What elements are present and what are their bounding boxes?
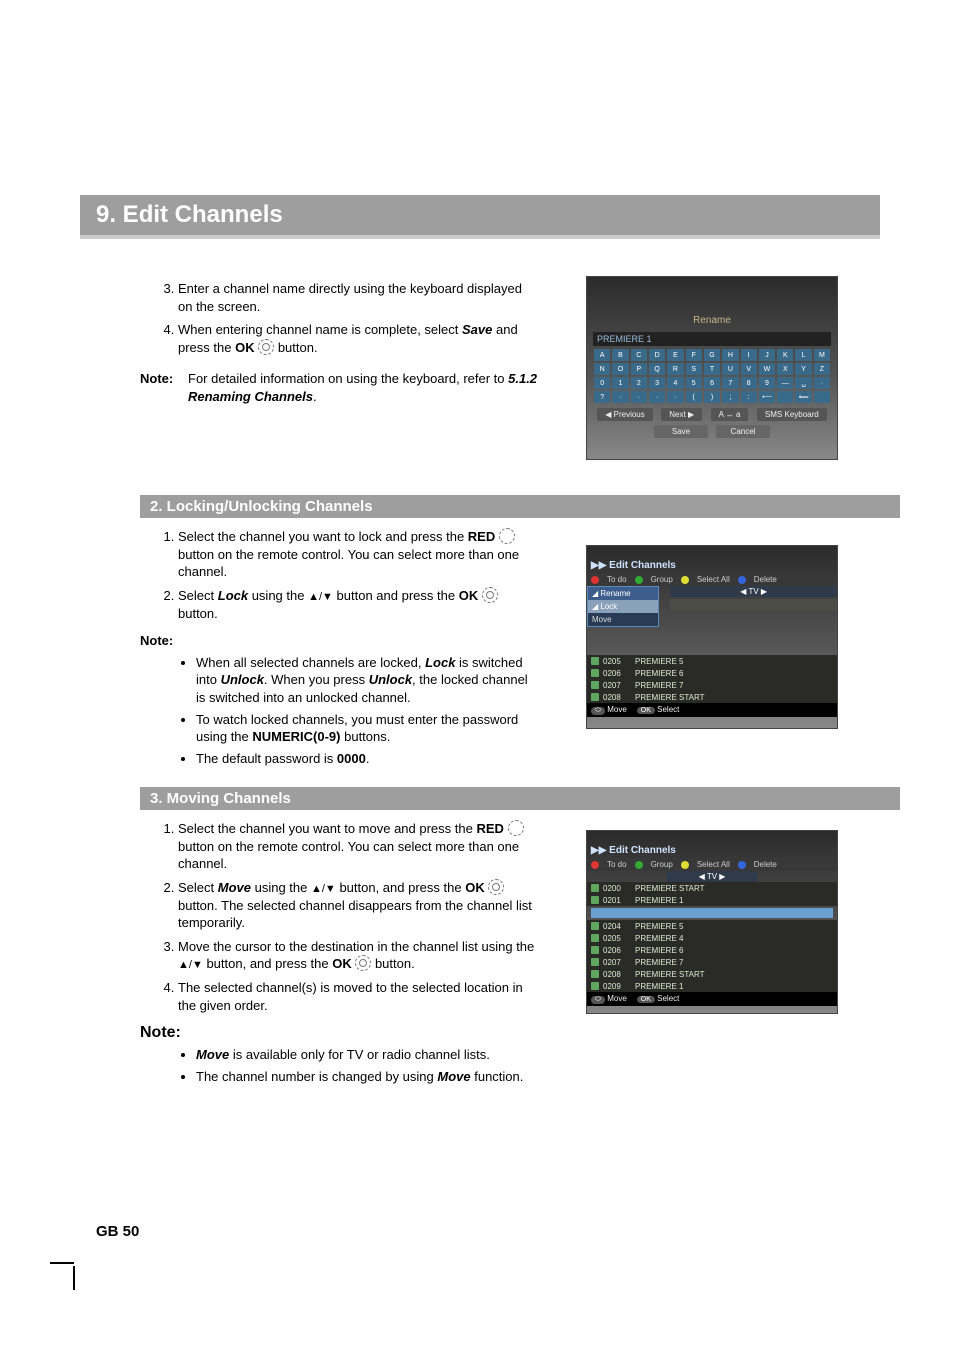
up-down-arrows-icon: ▲/▼: [311, 882, 336, 897]
note-text: For detailed information on using the ke…: [188, 370, 540, 405]
section-2-body: Select the channel you want to lock and …: [140, 528, 540, 767]
section-3-title: 3. Moving Channels: [140, 787, 900, 810]
content: Enter a channel name directly using the …: [140, 270, 880, 1089]
chapter-title-bar: 9. Edit Channels: [80, 195, 880, 239]
s2-bullet-2: To watch locked channels, you must enter…: [196, 711, 540, 746]
s3-step-1: Select the channel you want to move and …: [178, 820, 540, 873]
up-down-arrows-icon: ▲/▼: [178, 958, 203, 973]
section-3-body: Select the channel you want to move and …: [140, 820, 540, 1014]
s3-step-2: Select Move using the ▲/▼ button, and pr…: [178, 879, 540, 932]
page-footer: GB 50: [96, 1223, 139, 1240]
s3-bullet-2: The channel number is changed by using M…: [196, 1068, 836, 1086]
remote-red-icon: [508, 820, 524, 836]
s3-step-3: Move the cursor to the destination in th…: [178, 938, 540, 973]
s3-step-4: The selected channel(s) is moved to the …: [178, 979, 540, 1014]
section-2-title: 2. Locking/Unlocking Channels: [140, 495, 900, 518]
s3-note-label: Note:: [140, 1024, 880, 1042]
s3-bullet-1: Move is available only for TV or radio c…: [196, 1046, 836, 1064]
s2-step-2: Select Lock using the ▲/▼ button and pre…: [178, 587, 540, 622]
crop-mark-v: [73, 1266, 75, 1290]
ok-button-icon: [482, 587, 498, 603]
chapter-title: 9. Edit Channels: [80, 201, 283, 229]
intro-steps: Enter a channel name directly using the …: [140, 280, 540, 405]
ok-button-icon: [258, 339, 274, 355]
ok-button-icon: [355, 955, 371, 971]
intro-step-3: Enter a channel name directly using the …: [178, 280, 540, 315]
intro-step-4: When entering channel name is complete, …: [178, 321, 540, 356]
page: 9. Edit Channels Rename PREMIERE 1 ABCDE…: [0, 0, 954, 1350]
crop-mark-h: [50, 1262, 74, 1264]
ok-button-icon: [488, 879, 504, 895]
note-label: Note:: [140, 370, 188, 405]
s2-note-label: Note:: [140, 632, 540, 650]
s2-bullet-1: When all selected channels are locked, L…: [196, 654, 540, 707]
intro-note: Note: For detailed information on using …: [140, 370, 540, 405]
s3-bullets: Move is available only for TV or radio c…: [140, 1046, 836, 1085]
up-down-arrows-icon: ▲/▼: [308, 590, 333, 605]
remote-red-icon: [499, 528, 515, 544]
s2-step-1: Select the channel you want to lock and …: [178, 528, 540, 581]
s2-bullet-3: The default password is 0000.: [196, 750, 540, 768]
